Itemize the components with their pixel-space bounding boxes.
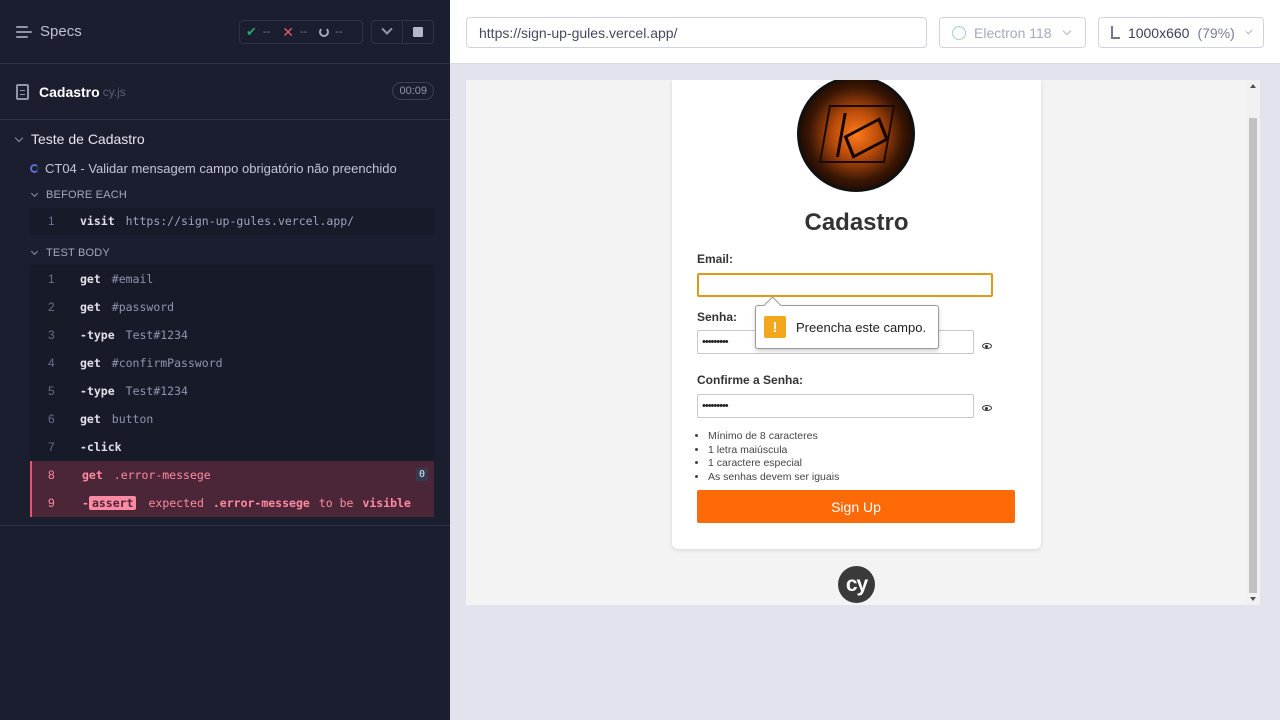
rule-item: 1 letra maiúscula xyxy=(708,444,839,458)
command-log-panel: Specs ✔ -- ✕ -- -- Cadastro cy.js 00:09 Te… xyxy=(0,0,450,720)
assert-tag: assert xyxy=(88,496,137,510)
scrollbar-thumb[interactable] xyxy=(1249,118,1257,593)
scroll-down-arrow-icon[interactable] xyxy=(1250,597,1256,601)
command-name: visit xyxy=(80,214,115,228)
divider xyxy=(0,525,450,526)
command-row[interactable]: 5typeTest#1234 xyxy=(30,377,434,405)
caret-down-icon xyxy=(14,133,24,142)
test-body-hook[interactable]: TEST BODY xyxy=(0,241,450,265)
validation-message: Preencha este campo. xyxy=(796,319,927,335)
email-field[interactable] xyxy=(697,273,993,297)
runner-controls xyxy=(371,20,434,44)
url-bar[interactable]: https://sign-up-gules.vercel.app/ xyxy=(466,17,927,48)
before-each-commands: 1 visit https://sign-up-gules.vercel.app… xyxy=(30,207,434,235)
suite-title: Teste de Cadastro xyxy=(31,131,145,147)
test-title: CT04 - Validar mensagem campo obrigatóri… xyxy=(45,160,397,176)
command-row[interactable]: 6 get button xyxy=(30,405,434,433)
command-number: 1 xyxy=(48,214,55,228)
spec-file-row[interactable]: Cadastro cy.js 00:09 xyxy=(0,64,450,120)
command-row[interactable]: 3typeTest#1234 xyxy=(30,321,434,349)
aut-header: https://sign-up-gules.vercel.app/ Electr… xyxy=(450,0,1280,64)
failed-assertion-row[interactable]: 9 - assert expected .error-messege to be… xyxy=(30,489,434,517)
caret-down-icon xyxy=(30,247,39,256)
chevron-down-icon xyxy=(1062,26,1071,36)
scroll-up-arrow-icon[interactable] xyxy=(1250,84,1256,88)
logo-mark-icon xyxy=(818,105,896,163)
command-row[interactable]: 2 get #password xyxy=(30,293,434,321)
x-icon: ✕ xyxy=(282,23,294,40)
running-spinner-icon xyxy=(30,163,39,173)
test-stats: ✔ -- ✕ -- -- xyxy=(239,20,363,44)
check-icon: ✔ xyxy=(246,24,257,39)
specs-label: Specs xyxy=(40,23,82,40)
command-row[interactable]: 7click xyxy=(30,433,434,461)
expand-collapse-button[interactable] xyxy=(372,21,402,43)
pending-stat: -- xyxy=(313,26,348,38)
failed-command-row[interactable]: 8 get .error-messege 0 xyxy=(30,461,434,489)
rule-item: 1 caractere especial xyxy=(708,457,839,471)
scrollbar[interactable] xyxy=(1246,80,1260,605)
stop-button[interactable] xyxy=(402,21,433,43)
form-title: Cadastro xyxy=(804,209,909,236)
command-row[interactable]: 1 get #email xyxy=(30,265,434,293)
email-label: Email: xyxy=(697,252,734,266)
specs-toggle-button[interactable]: Specs xyxy=(16,23,82,40)
chevron-down-icon xyxy=(381,23,393,35)
password-rules: Mínimo de 8 caracteres 1 letra maiúscula… xyxy=(708,430,839,484)
password-label: Senha: xyxy=(697,310,738,324)
command-row[interactable]: 1 visit https://sign-up-gules.vercel.app… xyxy=(30,207,434,235)
reporter-header: Specs ✔ -- ✕ -- -- xyxy=(0,0,450,64)
command-message: https://sign-up-gules.vercel.app/ xyxy=(125,214,355,228)
stop-icon xyxy=(413,27,423,37)
rule-item: As senhas devem ser iguais xyxy=(708,471,839,485)
command-row[interactable]: 4 get #confirmPassword xyxy=(30,349,434,377)
ruler-icon xyxy=(1111,26,1120,39)
confirm-password-label: Confirme a Senha: xyxy=(697,373,804,387)
confirm-password-field[interactable]: ••••••••• xyxy=(697,394,974,418)
suite-title-row[interactable]: Teste de Cadastro xyxy=(0,125,450,153)
test-body-commands: 1get#email 2get#password 3typeTest#1234 … xyxy=(30,265,434,517)
app-viewport: Cadastro Email: Senha: ••••••••• Confirm… xyxy=(466,80,1260,605)
suite: Teste de Cadastro CT04 - Validar mensage… xyxy=(0,120,450,517)
pending-circle-icon xyxy=(319,27,330,37)
spec-duration: 00:09 xyxy=(392,82,434,100)
test-title-row[interactable]: CT04 - Validar mensagem campo obrigatóri… xyxy=(0,153,450,183)
eye-icon[interactable] xyxy=(982,405,992,411)
viewport-selector[interactable]: 1000x660 (79%) xyxy=(1098,17,1264,48)
spec-name: Cadastro xyxy=(39,83,100,100)
browser-selector[interactable]: Electron 118 xyxy=(939,17,1086,48)
document-icon xyxy=(16,83,29,100)
caret-down-icon xyxy=(30,189,39,198)
warning-icon: ! xyxy=(764,316,786,338)
validation-tooltip: ! Preencha este campo. xyxy=(755,305,939,349)
element-count-badge: 0 xyxy=(415,468,428,481)
spec-extension: cy.js xyxy=(102,84,126,99)
passed-stat: ✔ -- xyxy=(246,24,271,39)
rule-item: Mínimo de 8 caracteres xyxy=(708,430,839,444)
chevron-down-icon xyxy=(1245,27,1253,35)
electron-icon xyxy=(952,25,966,40)
brand-logo xyxy=(797,80,915,192)
eye-icon[interactable] xyxy=(982,343,992,349)
sign-up-button[interactable]: Sign Up xyxy=(697,490,1015,523)
specs-list-icon xyxy=(16,25,32,38)
cypress-logo: cy xyxy=(838,566,875,603)
before-each-hook[interactable]: BEFORE EACH xyxy=(0,183,450,207)
failed-stat: ✕ -- xyxy=(282,23,308,40)
